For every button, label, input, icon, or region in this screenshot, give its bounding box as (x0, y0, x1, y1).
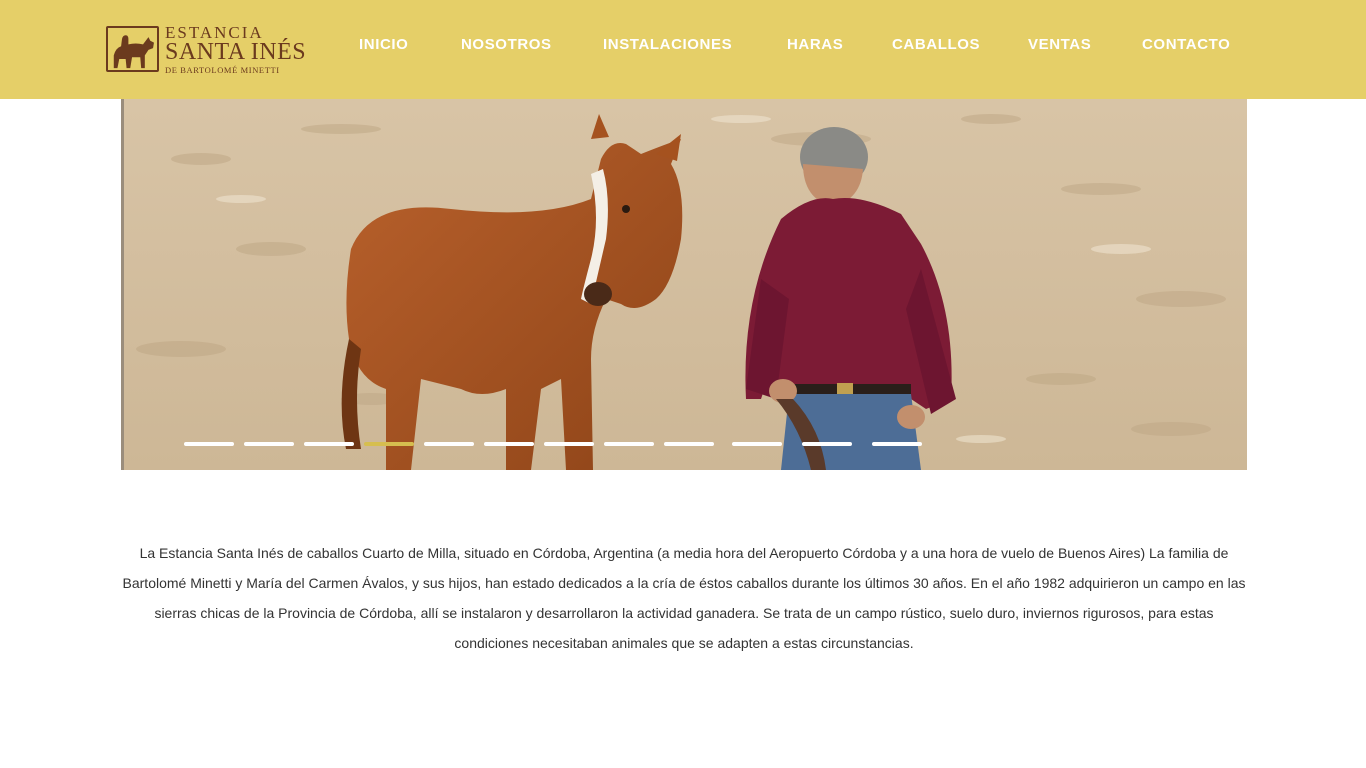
slider-dot[interactable] (424, 442, 474, 446)
logo-line-name: SANTA INÉS (165, 38, 307, 65)
nav-nosotros[interactable]: NOSOTROS (461, 36, 552, 53)
nav-haras[interactable]: HARAS (787, 36, 843, 53)
hero-slider[interactable] (121, 99, 1247, 470)
nav-instalaciones[interactable]: INSTALACIONES (603, 36, 732, 53)
logo-line-owner: DE BARTOLOMÉ MINETTI (165, 64, 280, 75)
slider-dot-active[interactable] (364, 442, 414, 446)
site-logo[interactable]: ESTANCIA SANTA INÉS DE BARTOLOMÉ MINETTI (106, 24, 311, 74)
site-header: ESTANCIA SANTA INÉS DE BARTOLOMÉ MINETTI… (0, 0, 1366, 99)
slider-dot[interactable] (664, 442, 714, 446)
slider-dot[interactable] (732, 442, 782, 446)
slider-dot[interactable] (304, 442, 354, 446)
nav-caballos[interactable]: CABALLOS (892, 36, 980, 53)
slider-dot[interactable] (484, 442, 534, 446)
nav-inicio[interactable]: INICIO (359, 36, 408, 53)
slider-dot[interactable] (802, 442, 852, 446)
slider-dot[interactable] (604, 442, 654, 446)
nav-contacto[interactable]: CONTACTO (1142, 36, 1230, 53)
logo-wordmark: ESTANCIA SANTA INÉS DE BARTOLOMÉ MINETTI (165, 24, 306, 75)
horse-rider-logo-icon (106, 26, 159, 72)
slider-dot[interactable] (184, 442, 234, 446)
nav-ventas[interactable]: VENTAS (1028, 36, 1091, 53)
slider-dot[interactable] (244, 442, 294, 446)
hero-slide-image (121, 99, 1247, 470)
slider-pagination (121, 442, 1247, 448)
intro-paragraph: La Estancia Santa Inés de caballos Cuart… (122, 545, 1246, 651)
slider-dot[interactable] (544, 442, 594, 446)
slider-dot[interactable] (872, 442, 922, 446)
